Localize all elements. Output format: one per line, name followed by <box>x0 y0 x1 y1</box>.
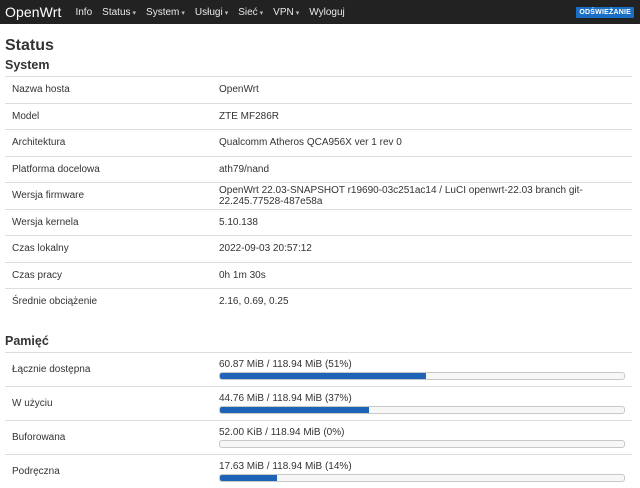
table-row: Łącznie dostępna 60.87 MiB / 118.94 MiB … <box>5 351 632 386</box>
brand-logo[interactable]: OpenWrt <box>5 4 61 20</box>
nav-info[interactable]: Info <box>75 7 92 18</box>
chevron-down-icon: ▾ <box>224 9 229 17</box>
table-row: Wersja kernela 5.10.138 <box>5 208 632 236</box>
memory-table: Łącznie dostępna 60.87 MiB / 118.94 MiB … <box>5 351 632 488</box>
main-content: Status System Nazwa hosta OpenWrt Model ZT… <box>0 37 640 488</box>
table-row: Średnie obciążenie 2.16, 0.69, 0.25 <box>5 288 632 315</box>
table-row: Nazwa hosta OpenWrt <box>5 76 632 103</box>
main-menu: Info Status ▾ System ▾ Usługi ▾ Sieć ▾ VPN ▾ … <box>75 7 354 18</box>
nav-logout[interactable]: Wyloguj <box>309 7 344 18</box>
refresh-button[interactable]: ODŚWIEŻANIE <box>576 6 634 18</box>
system-table: Nazwa hosta OpenWrt Model ZTE MF286R Archi… <box>5 76 632 315</box>
chevron-down-icon: ▾ <box>295 9 300 17</box>
progress-bar <box>219 405 625 414</box>
memory-value: 60.87 MiB / 118.94 MiB (51%) <box>219 358 352 370</box>
progress-bar <box>219 473 625 482</box>
navbar: OpenWrt Info Status ▾ System ▾ Usługi ▾ Sie… <box>0 0 640 24</box>
memory-value: 17.63 MiB / 118.94 MiB (14%) <box>219 460 352 472</box>
table-row: Buforowana 52.00 KiB / 118.94 MiB (0%) <box>5 419 632 454</box>
chevron-down-icon: ▾ <box>132 9 137 17</box>
chevron-down-icon: ▾ <box>181 9 185 17</box>
nav-system[interactable]: System ▾ <box>146 7 185 18</box>
section-title-system: System <box>5 58 50 72</box>
table-row: Wersja firmware OpenWrt 22.03-SNAPSHOT r1… <box>5 182 632 209</box>
nav-services[interactable]: Usługi ▾ <box>195 7 228 18</box>
progress-fill <box>220 474 277 481</box>
page-title: Status <box>5 37 54 54</box>
nav-status[interactable]: Status ▾ <box>102 7 136 18</box>
table-row: Czas pracy 0h 1m 30s <box>5 261 632 289</box>
progress-fill <box>220 406 370 413</box>
table-row: Czas lokalny 2022-09-03 20:57:12 <box>5 235 632 262</box>
progress-bar <box>219 439 625 448</box>
progress-bar <box>219 371 625 380</box>
table-row: Platforma docelowa ath79/nand <box>5 155 632 183</box>
section-title-memory: Pamięć <box>5 333 49 348</box>
table-row: Architektura Qualcomm Atheros QCA956X ver… <box>5 129 632 156</box>
nav-vpn[interactable]: VPN ▾ <box>273 7 299 18</box>
memory-value: 44.76 MiB / 118.94 MiB (37%) <box>219 392 352 404</box>
memory-value: 52.00 KiB / 118.94 MiB (0%) <box>219 426 345 438</box>
table-row: W użyciu 44.76 MiB / 118.94 MiB (37%) <box>5 385 632 420</box>
table-row: Podręczna 17.63 MiB / 118.94 MiB (14%) <box>5 453 632 488</box>
progress-fill <box>220 372 427 379</box>
table-row: Model ZTE MF286R <box>5 102 632 130</box>
chevron-down-icon: ▾ <box>259 9 264 17</box>
nav-network[interactable]: Sieć ▾ <box>238 7 263 18</box>
